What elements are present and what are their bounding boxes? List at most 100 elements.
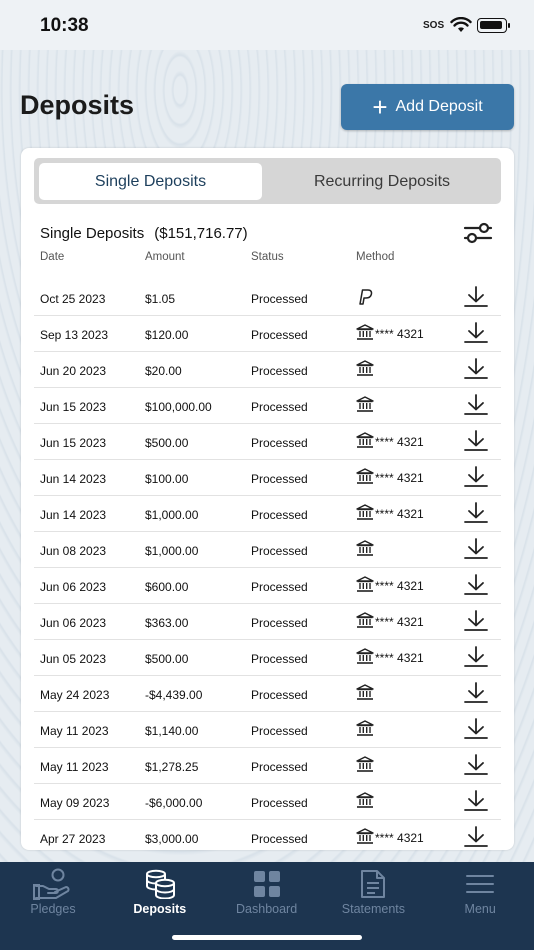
table-row[interactable]: Jun 05 2023 $500.00 Processed **** 4321 (34, 640, 501, 676)
bank-icon (356, 756, 374, 776)
add-deposit-label: Add Deposit (395, 98, 483, 115)
battery-icon (477, 18, 510, 33)
row-amount: $363.00 (145, 616, 189, 630)
document-icon (320, 868, 426, 900)
table-row[interactable]: May 24 2023 -$4,439.00 Processed (34, 676, 501, 712)
row-amount: $20.00 (145, 364, 182, 378)
row-amount: $1,278.25 (145, 760, 199, 774)
tab-dashboard[interactable]: Dashboard (214, 868, 320, 916)
table-row[interactable]: Apr 27 2023 $3,000.00 Processed **** 432… (34, 820, 501, 850)
row-account: **** 4321 (375, 327, 424, 341)
table-row[interactable]: Jun 14 2023 $100.00 Processed **** 4321 (34, 460, 501, 496)
row-status: Processed (251, 508, 308, 522)
tab-label: Statements (341, 902, 405, 916)
tab-recurring-deposits[interactable]: Recurring Deposits (267, 163, 497, 200)
row-date: Jun 14 2023 (40, 508, 107, 522)
row-amount: $1,140.00 (145, 724, 199, 738)
row-status: Processed (251, 544, 308, 558)
row-method (356, 756, 375, 776)
table-row[interactable]: May 11 2023 $1,140.00 Processed (34, 712, 501, 748)
filter-icon[interactable] (463, 222, 493, 244)
segmented-control: Single Deposits Recurring Deposits (34, 158, 501, 204)
row-amount: $600.00 (145, 580, 189, 594)
row-method (356, 540, 375, 560)
row-date: Apr 27 2023 (40, 832, 106, 846)
tab-menu[interactable]: Menu (427, 868, 533, 916)
tab-label: Pledges (30, 902, 76, 916)
home-indicator (172, 935, 362, 940)
download-icon[interactable] (464, 502, 488, 527)
bank-icon (356, 540, 374, 560)
row-date: Sep 13 2023 (40, 328, 109, 342)
row-date: Jun 05 2023 (40, 652, 107, 666)
row-amount: $120.00 (145, 328, 189, 342)
row-date: Oct 25 2023 (40, 292, 106, 306)
row-amount: $500.00 (145, 436, 189, 450)
tab-label: Menu (464, 902, 496, 916)
download-icon[interactable] (464, 358, 488, 383)
download-icon[interactable] (464, 682, 488, 707)
row-date: May 11 2023 (40, 724, 109, 738)
add-deposit-button[interactable]: + Add Deposit (341, 84, 514, 130)
section-title: Single Deposits (40, 225, 145, 242)
tab-statements[interactable]: Statements (320, 868, 426, 916)
plus-icon: + (372, 92, 388, 122)
download-icon[interactable] (464, 646, 488, 671)
bank-icon (356, 684, 374, 704)
table-row[interactable]: Jun 08 2023 $1,000.00 Processed (34, 532, 501, 568)
column-header-method: Method (356, 251, 395, 263)
row-date: Jun 15 2023 (40, 436, 107, 450)
row-status: Processed (251, 364, 308, 378)
hamburger-icon (427, 868, 533, 900)
row-amount: $3,000.00 (145, 832, 199, 846)
row-amount: $100.00 (145, 472, 189, 486)
column-header-status: Status (251, 251, 284, 263)
table-row[interactable]: Jun 20 2023 $20.00 Processed (34, 352, 501, 388)
download-icon[interactable] (464, 466, 488, 491)
download-icon[interactable] (464, 394, 488, 419)
table-row[interactable]: Jun 15 2023 $100,000.00 Processed (34, 388, 501, 424)
table-row[interactable]: Jun 06 2023 $600.00 Processed **** 4321 (34, 568, 501, 604)
row-amount: $1.05 (145, 292, 176, 306)
bank-icon (356, 504, 374, 524)
deposits-list: Oct 25 2023 $1.05 Processed Sep 13 2023 … (34, 280, 501, 850)
hand-coins-icon (0, 868, 106, 900)
download-icon[interactable] (464, 790, 488, 815)
tab-pledges[interactable]: Pledges (0, 868, 106, 916)
row-method (356, 360, 375, 380)
tab-deposits[interactable]: Deposits (107, 868, 213, 916)
row-status: Processed (251, 328, 308, 342)
row-amount: $100,000.00 (145, 400, 212, 414)
download-icon[interactable] (464, 610, 488, 635)
download-icon[interactable] (464, 826, 488, 850)
download-icon[interactable] (464, 574, 488, 599)
row-account: **** 4321 (375, 651, 424, 665)
table-row[interactable]: May 11 2023 $1,278.25 Processed (34, 748, 501, 784)
row-method: **** 4321 (356, 432, 424, 452)
tab-single-deposits[interactable]: Single Deposits (39, 163, 262, 200)
table-row[interactable]: Jun 15 2023 $500.00 Processed **** 4321 (34, 424, 501, 460)
table-row[interactable]: Jun 06 2023 $363.00 Processed **** 4321 (34, 604, 501, 640)
bank-icon (356, 360, 374, 380)
table-row[interactable]: Sep 13 2023 $120.00 Processed **** 4321 (34, 316, 501, 352)
row-status: Processed (251, 688, 308, 702)
download-icon[interactable] (464, 538, 488, 563)
row-status: Processed (251, 616, 308, 630)
download-icon[interactable] (464, 754, 488, 779)
table-row[interactable]: May 09 2023 -$6,000.00 Processed (34, 784, 501, 820)
row-method (356, 396, 375, 416)
paypal-icon (356, 288, 374, 309)
download-icon[interactable] (464, 430, 488, 455)
row-method: **** 4321 (356, 612, 424, 632)
row-method: **** 4321 (356, 648, 424, 668)
download-icon[interactable] (464, 286, 488, 311)
bank-icon (356, 468, 374, 488)
table-row[interactable]: Oct 25 2023 $1.05 Processed (34, 280, 501, 316)
column-header-date: Date (40, 251, 65, 263)
table-row[interactable]: Jun 14 2023 $1,000.00 Processed **** 432… (34, 496, 501, 532)
download-icon[interactable] (464, 322, 488, 347)
tab-label: Dashboard (236, 902, 298, 916)
row-status: Processed (251, 472, 308, 486)
row-date: May 11 2023 (40, 760, 109, 774)
download-icon[interactable] (464, 718, 488, 743)
